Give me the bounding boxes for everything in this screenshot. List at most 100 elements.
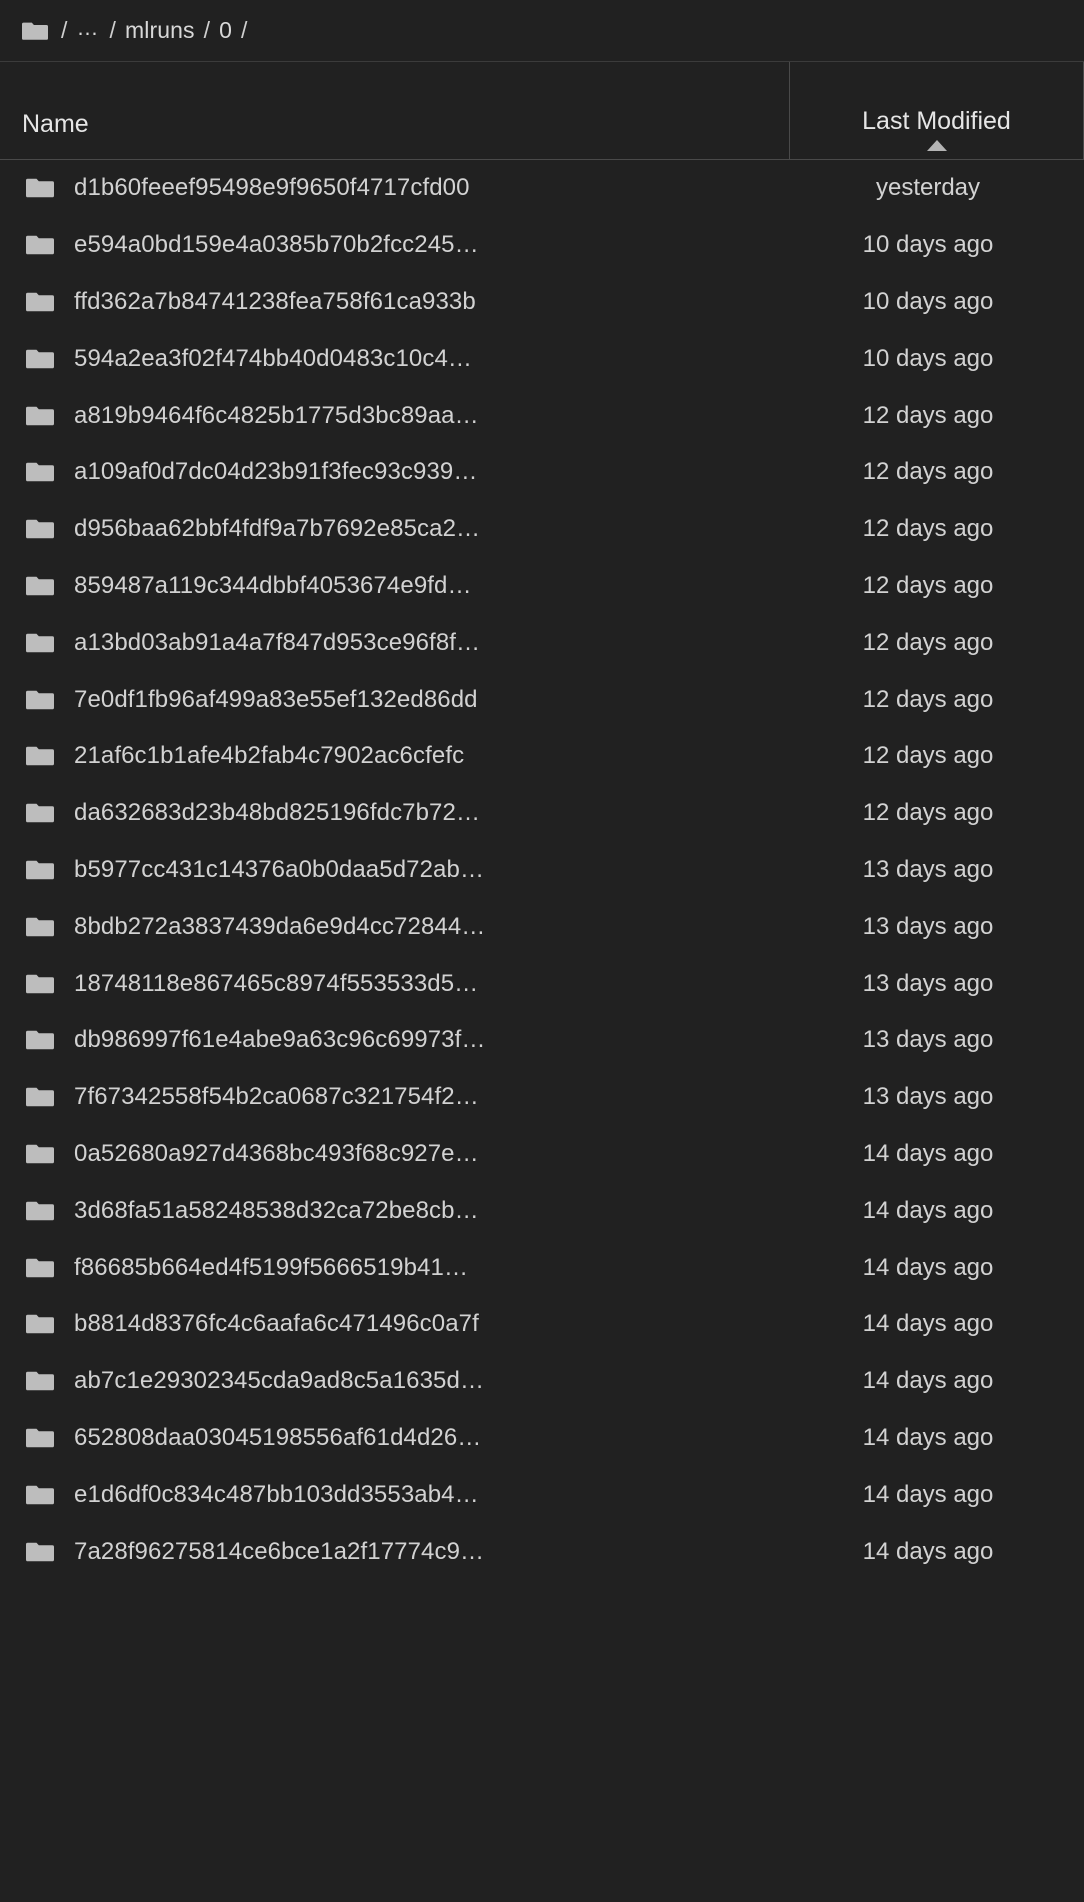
table-row[interactable]: 652808daa03045198556af61d4d26… 14 days a… xyxy=(0,1410,1084,1467)
last-modified-cell: 13 days ago xyxy=(862,1026,994,1054)
table-row[interactable]: 7a28f96275814ce6bce1a2f17774c9… 14 days … xyxy=(0,1523,1084,1580)
file-name-label: e594a0bd159e4a0385b70b2fcc245… xyxy=(74,233,479,258)
column-header-last-modified[interactable]: Last Modified xyxy=(790,62,1084,159)
file-name-cell[interactable]: a109af0d7dc04d23b91f3fec93c939… xyxy=(0,460,790,484)
folder-icon xyxy=(26,1143,54,1165)
folder-icon xyxy=(26,973,54,995)
file-name-label: b5977cc431c14376a0b0daa5d72ab… xyxy=(74,857,485,882)
table-row[interactable]: b5977cc431c14376a0b0daa5d72ab… 13 days a… xyxy=(0,842,1084,899)
file-name-cell[interactable]: b5977cc431c14376a0b0daa5d72ab… xyxy=(0,858,790,882)
table-row[interactable]: a819b9464f6c4825b1775d3bc89aa… 12 days a… xyxy=(0,387,1084,444)
file-name-cell[interactable]: ab7c1e29302345cda9ad8c5a1635d… xyxy=(0,1369,790,1393)
breadcrumb-item-ellipsis[interactable]: … xyxy=(77,16,101,39)
file-name-cell[interactable]: 21af6c1b1afe4b2fab4c7902ac6cfefc xyxy=(0,744,790,768)
last-modified-cell: 10 days ago xyxy=(862,231,994,259)
table-row[interactable]: 0a52680a927d4368bc493f68c927e… 14 days a… xyxy=(0,1126,1084,1183)
file-name-cell[interactable]: 859487a119c344dbbf4053674e9fd… xyxy=(0,574,790,598)
folder-icon xyxy=(26,461,54,483)
table-row[interactable]: b8814d8376fc4c6aafa6c471496c0a7f 14 days… xyxy=(0,1296,1084,1353)
last-modified-cell: 12 days ago xyxy=(862,458,994,486)
folder-icon xyxy=(26,1313,54,1335)
file-browser: / … / mlruns / 0 / Name Last Modified d1… xyxy=(0,0,1084,1902)
file-name-label: ffd362a7b84741238fea758f61ca933b xyxy=(74,289,476,314)
table-row[interactable]: 8bdb272a3837439da6e9d4cc72844… 13 days a… xyxy=(0,898,1084,955)
folder-icon xyxy=(26,689,54,711)
table-row[interactable]: 21af6c1b1afe4b2fab4c7902ac6cfefc 12 days… xyxy=(0,728,1084,785)
file-name-cell[interactable]: a819b9464f6c4825b1775d3bc89aa… xyxy=(0,404,790,428)
folder-icon xyxy=(26,1370,54,1392)
file-name-cell[interactable]: da632683d23b48bd825196fdc7b72… xyxy=(0,801,790,825)
breadcrumb-separator-1: / xyxy=(109,17,116,43)
last-modified-cell: 14 days ago xyxy=(862,1196,994,1224)
file-name-label: 3d68fa51a58248538d32ca72be8cb… xyxy=(74,1198,479,1223)
file-name-label: a13bd03ab91a4a7f847d953ce96f8f… xyxy=(74,630,481,655)
folder-icon xyxy=(26,405,54,427)
breadcrumb-item-0[interactable]: 0 xyxy=(219,19,232,42)
file-name-cell[interactable]: 7e0df1fb96af499a83e55ef132ed86dd xyxy=(0,688,790,712)
file-name-cell[interactable]: e1d6df0c834c487bb103dd3553ab4… xyxy=(0,1483,790,1507)
breadcrumb-item-mlruns[interactable]: mlruns xyxy=(125,19,195,42)
file-name-label: db986997f61e4abe9a63c96c69973f… xyxy=(74,1028,486,1053)
table-row[interactable]: a109af0d7dc04d23b91f3fec93c939… 12 days … xyxy=(0,444,1084,501)
table-row[interactable]: a13bd03ab91a4a7f847d953ce96f8f… 12 days … xyxy=(0,614,1084,671)
table-row[interactable]: ffd362a7b84741238fea758f61ca933b 10 days… xyxy=(0,274,1084,331)
last-modified-cell: 14 days ago xyxy=(862,1253,994,1281)
table-row[interactable]: 859487a119c344dbbf4053674e9fd… 12 days a… xyxy=(0,558,1084,615)
column-header-name[interactable]: Name xyxy=(0,62,790,159)
table-row[interactable]: d956baa62bbf4fdf9a7b7692e85ca2… 12 days … xyxy=(0,501,1084,558)
file-name-label: 7f67342558f54b2ca0687c321754f2… xyxy=(74,1085,479,1110)
last-modified-cell: 13 days ago xyxy=(862,855,994,883)
file-name-cell[interactable]: e594a0bd159e4a0385b70b2fcc245… xyxy=(0,233,790,257)
table-row[interactable]: 7e0df1fb96af499a83e55ef132ed86dd 12 days… xyxy=(0,671,1084,728)
folder-icon xyxy=(26,1484,54,1506)
file-name-cell[interactable]: 594a2ea3f02f474bb40d0483c10c4… xyxy=(0,347,790,371)
breadcrumb-separator-0: / xyxy=(61,17,68,43)
file-name-label: da632683d23b48bd825196fdc7b72… xyxy=(74,801,481,826)
file-name-cell[interactable]: b8814d8376fc4c6aafa6c471496c0a7f xyxy=(0,1312,790,1336)
last-modified-cell: 12 days ago xyxy=(862,742,994,770)
caret-up-icon xyxy=(926,140,947,151)
last-modified-cell: 13 days ago xyxy=(862,969,994,997)
folder-icon xyxy=(26,1029,54,1051)
folder-icon[interactable] xyxy=(22,21,48,41)
file-name-cell[interactable]: ffd362a7b84741238fea758f61ca933b xyxy=(0,290,790,314)
folder-icon xyxy=(26,916,54,938)
file-name-cell[interactable]: f86685b664ed4f5199f5666519b41… xyxy=(0,1256,790,1280)
table-row[interactable]: 594a2ea3f02f474bb40d0483c10c4… 10 days a… xyxy=(0,330,1084,387)
file-name-cell[interactable]: 3d68fa51a58248538d32ca72be8cb… xyxy=(0,1199,790,1223)
table-row[interactable]: e1d6df0c834c487bb103dd3553ab4… 14 days a… xyxy=(0,1466,1084,1523)
file-name-label: d1b60feeef95498e9f9650f4717cfd00 xyxy=(74,176,470,201)
table-row[interactable]: 7f67342558f54b2ca0687c321754f2… 13 days … xyxy=(0,1069,1084,1126)
table-row[interactable]: e594a0bd159e4a0385b70b2fcc245… 10 days a… xyxy=(0,217,1084,274)
table-row[interactable]: f86685b664ed4f5199f5666519b41… 14 days a… xyxy=(0,1239,1084,1296)
last-modified-cell: 12 days ago xyxy=(862,799,994,827)
file-name-cell[interactable]: d1b60feeef95498e9f9650f4717cfd00 xyxy=(0,176,790,200)
breadcrumb[interactable]: / … / mlruns / 0 / xyxy=(0,0,1084,62)
table-row[interactable]: ab7c1e29302345cda9ad8c5a1635d… 14 days a… xyxy=(0,1353,1084,1410)
table-row[interactable]: 3d68fa51a58248538d32ca72be8cb… 14 days a… xyxy=(0,1182,1084,1239)
file-name-cell[interactable]: d956baa62bbf4fdf9a7b7692e85ca2… xyxy=(0,517,790,541)
folder-icon xyxy=(26,859,54,881)
table-row[interactable]: da632683d23b48bd825196fdc7b72… 12 days a… xyxy=(0,785,1084,842)
last-modified-cell: 13 days ago xyxy=(862,912,994,940)
file-name-label: 7a28f96275814ce6bce1a2f17774c9… xyxy=(74,1539,485,1564)
file-name-cell[interactable]: 652808daa03045198556af61d4d26… xyxy=(0,1426,790,1450)
file-name-cell[interactable]: db986997f61e4abe9a63c96c69973f… xyxy=(0,1028,790,1052)
file-name-cell[interactable]: a13bd03ab91a4a7f847d953ce96f8f… xyxy=(0,631,790,655)
table-row[interactable]: 18748118e867465c8974f553533d5… 13 days a… xyxy=(0,955,1084,1012)
folder-icon xyxy=(26,1200,54,1222)
table-row[interactable]: d1b60feeef95498e9f9650f4717cfd00 yesterd… xyxy=(0,160,1084,217)
file-name-cell[interactable]: 0a52680a927d4368bc493f68c927e… xyxy=(0,1142,790,1166)
file-name-label: 18748118e867465c8974f553533d5… xyxy=(74,971,479,996)
file-name-cell[interactable]: 18748118e867465c8974f553533d5… xyxy=(0,972,790,996)
file-name-cell[interactable]: 8bdb272a3837439da6e9d4cc72844… xyxy=(0,915,790,939)
last-modified-cell: yesterday xyxy=(875,174,981,202)
file-name-cell[interactable]: 7f67342558f54b2ca0687c321754f2… xyxy=(0,1085,790,1109)
file-list[interactable]: d1b60feeef95498e9f9650f4717cfd00 yesterd… xyxy=(0,160,1084,1902)
file-name-cell[interactable]: 7a28f96275814ce6bce1a2f17774c9… xyxy=(0,1540,790,1564)
table-row[interactable]: db986997f61e4abe9a63c96c69973f… 13 days … xyxy=(0,1012,1084,1069)
last-modified-cell: 13 days ago xyxy=(862,1083,994,1111)
file-name-label: 0a52680a927d4368bc493f68c927e… xyxy=(74,1141,479,1166)
last-modified-cell: 10 days ago xyxy=(862,344,994,372)
column-header-name-label: Name xyxy=(22,110,89,138)
